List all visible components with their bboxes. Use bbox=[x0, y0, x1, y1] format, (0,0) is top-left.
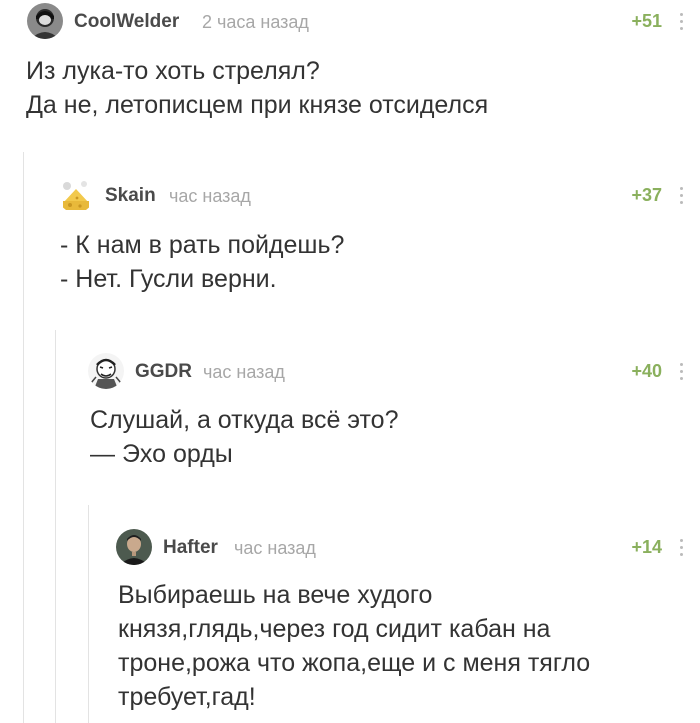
comment-text: Выбираешь на вече худого князя,глядь,чер… bbox=[118, 581, 591, 711]
avatar-cheese-icon[interactable] bbox=[58, 177, 94, 213]
rating: +14 bbox=[631, 537, 662, 557]
username[interactable]: Hafter bbox=[163, 537, 218, 559]
avatar-person-icon[interactable] bbox=[27, 3, 63, 39]
avatar-portrait-icon[interactable] bbox=[116, 529, 152, 565]
timestamp[interactable]: час назад bbox=[169, 186, 251, 207]
comment-text: Из лука-то хоть стрелял? Да не, летописц… bbox=[26, 57, 489, 119]
thread-line bbox=[23, 152, 24, 723]
username[interactable]: GGDR bbox=[135, 361, 192, 383]
comment-text: - К нам в рать пойдешь? - Нет. Гусли вер… bbox=[60, 231, 345, 293]
more-options-icon[interactable] bbox=[679, 363, 683, 383]
comment-text: Слушай, а откуда всё это? — Эхо орды bbox=[90, 406, 399, 468]
comment-header: GGDR час назад +40 bbox=[0, 353, 700, 393]
avatar-sketch-icon[interactable] bbox=[88, 353, 124, 389]
comment-header: Hafter час назад +14 bbox=[0, 529, 700, 569]
comment-header: CoolWelder 2 часа назад +51 bbox=[0, 3, 700, 43]
username[interactable]: Skain bbox=[105, 185, 156, 207]
timestamp[interactable]: час назад bbox=[203, 362, 285, 383]
rating: +37 bbox=[631, 185, 662, 205]
more-options-icon[interactable] bbox=[679, 187, 683, 207]
timestamp[interactable]: час назад bbox=[234, 538, 316, 559]
comment-header: Skain час назад +37 bbox=[0, 177, 700, 217]
username[interactable]: CoolWelder bbox=[74, 11, 179, 33]
more-options-icon[interactable] bbox=[679, 13, 683, 33]
rating: +40 bbox=[631, 361, 662, 381]
timestamp[interactable]: 2 часа назад bbox=[202, 12, 309, 33]
more-options-icon[interactable] bbox=[679, 539, 683, 559]
rating: +51 bbox=[631, 11, 662, 31]
